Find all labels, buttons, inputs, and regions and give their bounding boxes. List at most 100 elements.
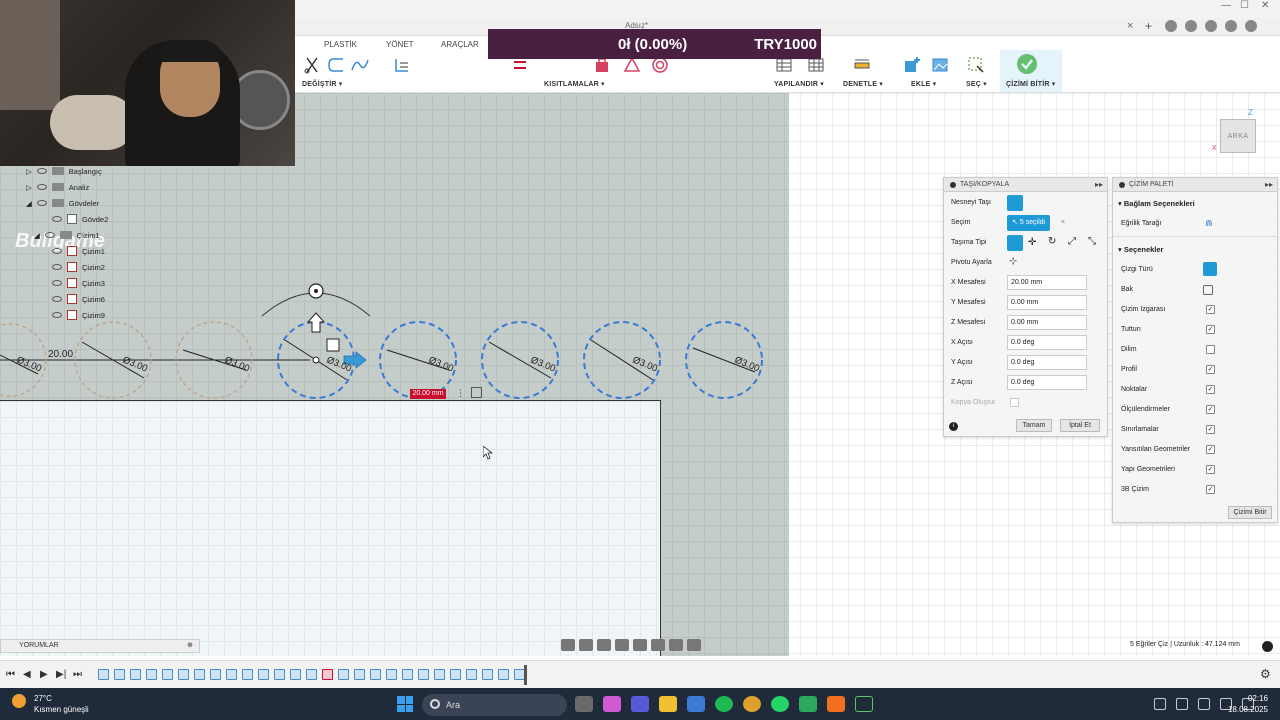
eye-icon[interactable]: [52, 312, 62, 318]
eye-icon[interactable]: [36, 184, 47, 190]
timeline-feature[interactable]: [114, 669, 125, 680]
browser-node-start[interactable]: ▷ Başlangıç: [26, 164, 102, 178]
settings-gear-icon[interactable]: ⚙: [1260, 667, 1271, 681]
task-view-icon[interactable]: [575, 696, 593, 712]
zoom-icon[interactable]: [615, 639, 629, 651]
palette-option-checkbox[interactable]: ✓: [1206, 445, 1215, 454]
timeline-feature[interactable]: [466, 669, 477, 680]
timeline-feature[interactable]: [194, 669, 205, 680]
more-icon[interactable]: ⋮: [456, 388, 465, 399]
browser-node-body2[interactable]: Gövde2: [52, 212, 108, 226]
timeline-feature[interactable]: [434, 669, 445, 680]
move-copy-icon[interactable]: [393, 56, 411, 74]
minimize-icon[interactable]: —: [1221, 0, 1231, 11]
expand-icon[interactable]: ▸▸: [1265, 178, 1273, 192]
copilot-icon[interactable]: [603, 696, 621, 712]
whatsapp-icon[interactable]: [771, 696, 789, 712]
display-icon[interactable]: [1176, 698, 1188, 710]
maximize-icon[interactable]: ☐: [1240, 0, 1249, 11]
y-distance-input[interactable]: 0.00 mm: [1007, 295, 1087, 310]
timeline-feature[interactable]: [226, 669, 237, 680]
timeline-feature[interactable]: [290, 669, 301, 680]
grid-settings-icon[interactable]: [669, 639, 683, 651]
orbit-icon[interactable]: [561, 639, 575, 651]
browser-node-analysis[interactable]: ▷ Analiz: [26, 180, 89, 194]
finish-sketch-button[interactable]: Çizimi Bitir: [1228, 506, 1272, 519]
timeline-feature[interactable]: [370, 669, 381, 680]
eye-icon[interactable]: [52, 216, 62, 222]
eye-icon[interactable]: [52, 248, 62, 254]
move-plane-handle[interactable]: [326, 338, 340, 352]
eye-icon[interactable]: [36, 168, 47, 174]
timeline-feature[interactable]: [178, 669, 189, 680]
info-icon[interactable]: i: [949, 422, 958, 431]
eye-icon[interactable]: [52, 280, 62, 286]
curvature-comb-icon[interactable]: ⋒: [1205, 218, 1213, 229]
wifi-icon[interactable]: [1198, 698, 1210, 710]
nvidia-icon[interactable]: [855, 696, 873, 712]
dimension-input[interactable]: 20.00 mm: [410, 389, 446, 399]
weather-widget[interactable]: 27°C Kısmen güneşli: [12, 694, 89, 714]
line-type-icon[interactable]: [1203, 262, 1217, 276]
help-icon[interactable]: [1225, 20, 1237, 32]
selection-button[interactable]: ↖ 5 seçildi: [1007, 215, 1051, 231]
timeline-feature[interactable]: [162, 669, 173, 680]
select-menu[interactable]: SEÇ ▾: [966, 80, 987, 88]
eye-icon[interactable]: [52, 264, 62, 270]
z-angle-input[interactable]: 0.0 deg: [1007, 375, 1087, 390]
timeline-feature[interactable]: [146, 669, 157, 680]
constraints-menu[interactable]: KISITLAMALAR ▾: [544, 80, 605, 88]
teams-icon[interactable]: [631, 696, 649, 712]
tab-tools[interactable]: ARAÇLAR: [441, 40, 479, 49]
x-angle-input[interactable]: 0.0 deg: [1007, 335, 1087, 350]
step-back-icon[interactable]: ◀: [23, 669, 31, 680]
eye-icon[interactable]: [36, 200, 47, 206]
timeline-feature[interactable]: [450, 669, 461, 680]
timeline-feature[interactable]: [402, 669, 413, 680]
look-at-icon[interactable]: [579, 639, 593, 651]
new-tab-icon[interactable]: +: [1145, 20, 1157, 32]
options-title[interactable]: ▾ Seçenekler: [1118, 245, 1163, 254]
cancel-button[interactable]: İptal Et: [1060, 419, 1100, 432]
fusion-icon[interactable]: [827, 696, 845, 712]
z-distance-input[interactable]: 0.00 mm: [1007, 315, 1087, 330]
offset-icon[interactable]: [327, 56, 345, 74]
palette-option-checkbox[interactable]: ✓: [1206, 385, 1215, 394]
dim-toggle-icon[interactable]: [471, 387, 482, 398]
go-start-icon[interactable]: ⏮: [6, 669, 15, 680]
timeline-feature[interactable]: [386, 669, 397, 680]
timeline-feature[interactable]: [418, 669, 429, 680]
eye-icon[interactable]: [44, 232, 55, 238]
play-icon[interactable]: ▶: [40, 669, 48, 680]
comments-bar[interactable]: YORUMLAR ⊕: [0, 639, 200, 653]
store-icon[interactable]: [687, 696, 705, 712]
clock[interactable]: 02:16 18.08.2025: [1228, 693, 1268, 715]
browser-node-sketch2[interactable]: Çizim2: [52, 260, 105, 274]
timeline-feature[interactable]: [242, 669, 253, 680]
tab-plastic[interactable]: PLASTİK: [324, 40, 357, 49]
inspect-menu[interactable]: DENETLE ▾: [843, 80, 883, 88]
add-comment-icon[interactable]: ⊕: [187, 640, 193, 652]
palette-option-checkbox[interactable]: ✓: [1206, 485, 1215, 494]
move-y-arrow[interactable]: [306, 312, 326, 333]
timeline-feature[interactable]: [274, 669, 285, 680]
timeline-feature[interactable]: [322, 669, 333, 680]
browser-node-sketches[interactable]: ◢ Çizim1: [34, 228, 100, 242]
chrome-icon[interactable]: [743, 696, 761, 712]
timeline-marker[interactable]: [524, 665, 527, 685]
browser-node-bodies[interactable]: ◢ Gövdeler: [26, 196, 99, 210]
free-move-button[interactable]: [1007, 235, 1023, 251]
timeline-feature[interactable]: [210, 669, 221, 680]
close-window-icon[interactable]: ✕: [1261, 0, 1269, 11]
timeline-feature[interactable]: [354, 669, 365, 680]
y-angle-input[interactable]: 0.0 deg: [1007, 355, 1087, 370]
spline-icon[interactable]: [351, 56, 369, 74]
finish-sketch-menu[interactable]: ÇİZİMİ BİTİR ▾: [1006, 80, 1055, 88]
close-tab-icon[interactable]: ×: [1127, 20, 1133, 32]
timeline-feature[interactable]: [498, 669, 509, 680]
browser-node-sketch9[interactable]: Çizim9: [52, 308, 105, 322]
rotate-icon[interactable]: ↻: [1048, 236, 1056, 247]
move-object-button[interactable]: [1007, 195, 1023, 211]
palette-option-checkbox[interactable]: ✓: [1206, 305, 1215, 314]
insert-derive-icon[interactable]: [903, 56, 921, 74]
